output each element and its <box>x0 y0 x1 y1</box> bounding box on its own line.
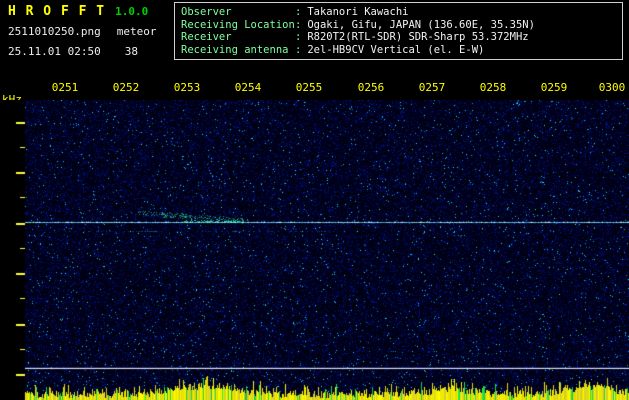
info-label: Receiving antenna <box>181 43 289 56</box>
info-row: Receiving Location: Ogaki, Gifu, JAPAN (1… <box>181 19 622 32</box>
time-label: 0253 <box>173 81 201 94</box>
time-label: 0256 <box>357 81 385 94</box>
output-filename: 2511010250.png <box>8 25 101 38</box>
time-label: 0254 <box>234 81 262 94</box>
time-label: 0258 <box>479 81 507 94</box>
info-value: R820T2(RTL-SDR) SDR-Sharp 53.372MHz <box>307 31 529 43</box>
datetime: 25.11.01 02:50 <box>8 45 101 58</box>
app-title: H R O F F T <box>8 4 106 19</box>
date-row: 25.11.01 02:50 38 <box>8 45 156 58</box>
mode-label: meteor <box>116 25 157 38</box>
info-colon: : <box>295 18 302 31</box>
info-label: Receiving Location <box>181 18 295 31</box>
time-label: 0259 <box>540 81 568 94</box>
info-value: 2el-HB9CV Vertical (el. E-W) <box>307 43 485 56</box>
app-version: 1.0.0 <box>115 5 149 18</box>
hrofft-window: H R O F F T 1.0.0 2511010250.png meteor 25… <box>0 0 629 400</box>
file-row: 2511010250.png meteor <box>8 25 156 38</box>
echo-count: 38 <box>124 45 138 58</box>
time-label: 0257 <box>418 81 446 94</box>
info-colon: : <box>295 6 302 18</box>
info-label: Observer <box>181 6 232 18</box>
time-label: 0300 <box>598 81 626 94</box>
info-row: Observer: Takanori Kawachi <box>181 6 622 19</box>
observer-info-panel: Observer: Takanori Kawachi Receiving Loca… <box>174 2 623 60</box>
header-left: H R O F F T 1.0.0 2511010250.png meteor 25… <box>8 4 156 58</box>
spectrogram-canvas <box>0 100 629 400</box>
info-value: Takanori Kawachi <box>307 6 409 18</box>
title-row: H R O F F T 1.0.0 <box>8 4 156 19</box>
info-label: Receiver <box>181 31 232 43</box>
info-value: Ogaki, Gifu, JAPAN (136.60E, 35.35N) <box>307 18 535 31</box>
info-colon: : <box>295 31 302 43</box>
info-colon: : <box>295 43 302 56</box>
info-row: Receiver: R820T2(RTL-SDR) SDR-Sharp 53.37… <box>181 31 622 44</box>
time-label: 0255 <box>295 81 323 94</box>
time-label: 0252 <box>112 81 140 94</box>
info-row: Receiving antenna:2el-HB9CV Vertical (el… <box>181 44 622 57</box>
time-label: 0251 <box>51 81 79 94</box>
